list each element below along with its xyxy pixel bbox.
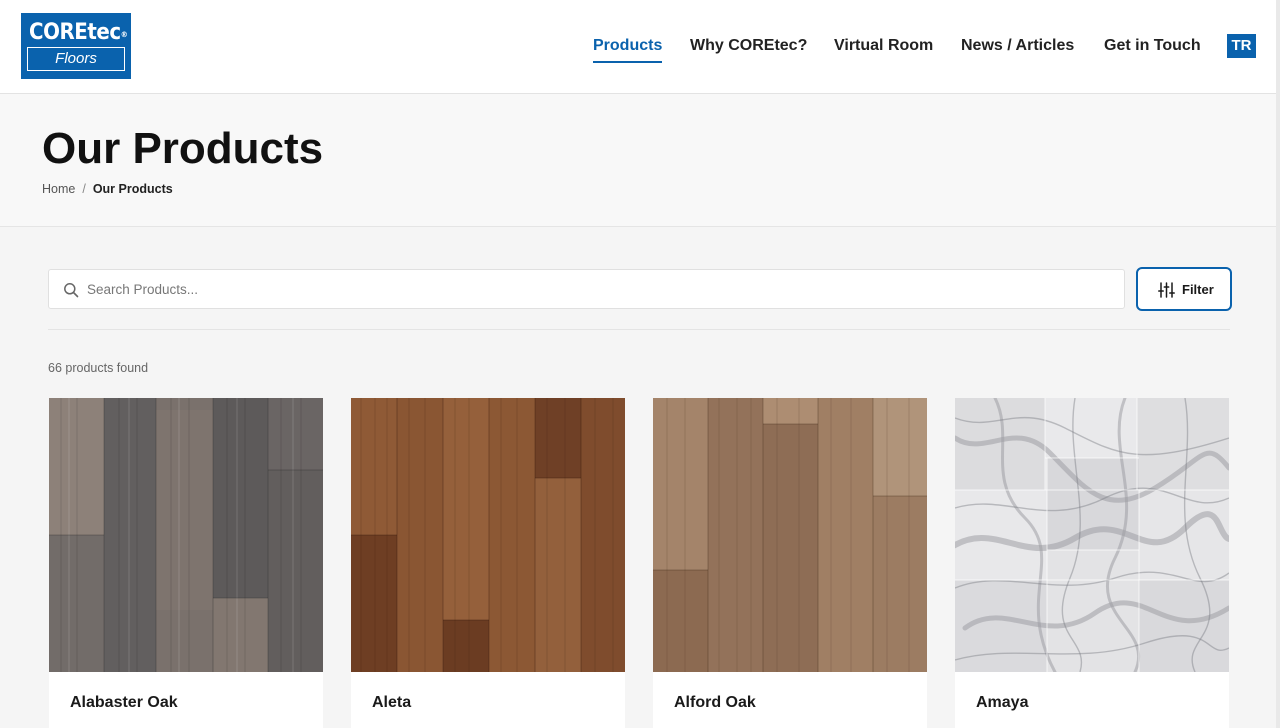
nav-item-news-articles[interactable]: News / Articles [961, 36, 1074, 56]
white-marble-swatch-image [955, 398, 1229, 672]
product-name: Amaya [976, 694, 1029, 711]
page-scrollbar[interactable] [1276, 0, 1280, 728]
filter-label: Filter [1182, 282, 1214, 297]
nav-active-underline [593, 61, 663, 63]
light-brown-oak-swatch-image [653, 398, 927, 672]
breadcrumb-current: Our Products [92, 182, 173, 196]
nav-item-why-coretec[interactable]: Why COREtec? [690, 36, 807, 56]
breadcrumb: Home / Our Products [42, 182, 173, 196]
product-card[interactable]: Amaya [955, 398, 1229, 728]
nav-item-get-in-touch[interactable]: Get in Touch [1104, 36, 1201, 56]
page-header: Our Products Home / Our Products [0, 94, 1280, 227]
product-name: Aleta [372, 694, 412, 711]
nav-item-products[interactable]: Products [593, 36, 663, 63]
search-icon [64, 283, 79, 298]
breadcrumb-home-link[interactable]: Home [42, 182, 75, 196]
logo-subtitle: Floors [55, 50, 97, 67]
page-title: Our Products [42, 124, 324, 173]
site-header: COREtec® Floors Products Why COREtec? Vi… [0, 0, 1280, 94]
coretec-logo[interactable]: COREtec® Floors [21, 13, 131, 79]
nav-item-virtual-room[interactable]: Virtual Room [834, 36, 933, 56]
product-card[interactable]: Alabaster Oak [49, 398, 323, 728]
product-name: Alabaster Oak [70, 694, 178, 711]
breadcrumb-separator: / [82, 182, 86, 196]
language-switch-button[interactable]: TR [1227, 34, 1256, 58]
grey-oak-swatch-image [49, 398, 323, 672]
product-card[interactable]: Aleta [351, 398, 625, 728]
product-name: Alford Oak [674, 694, 756, 711]
search-input[interactable] [87, 270, 1107, 308]
filter-button[interactable]: Filter [1136, 267, 1232, 311]
sliders-icon [1158, 282, 1175, 298]
results-count: 66 products found [48, 361, 149, 375]
brown-wood-swatch-image [351, 398, 625, 672]
section-divider [48, 329, 1230, 330]
product-card[interactable]: Alford Oak [653, 398, 927, 728]
search-box [48, 269, 1125, 309]
logo-wordmark: COREtec® [29, 20, 128, 45]
logo-sub-box: Floors [27, 47, 125, 71]
